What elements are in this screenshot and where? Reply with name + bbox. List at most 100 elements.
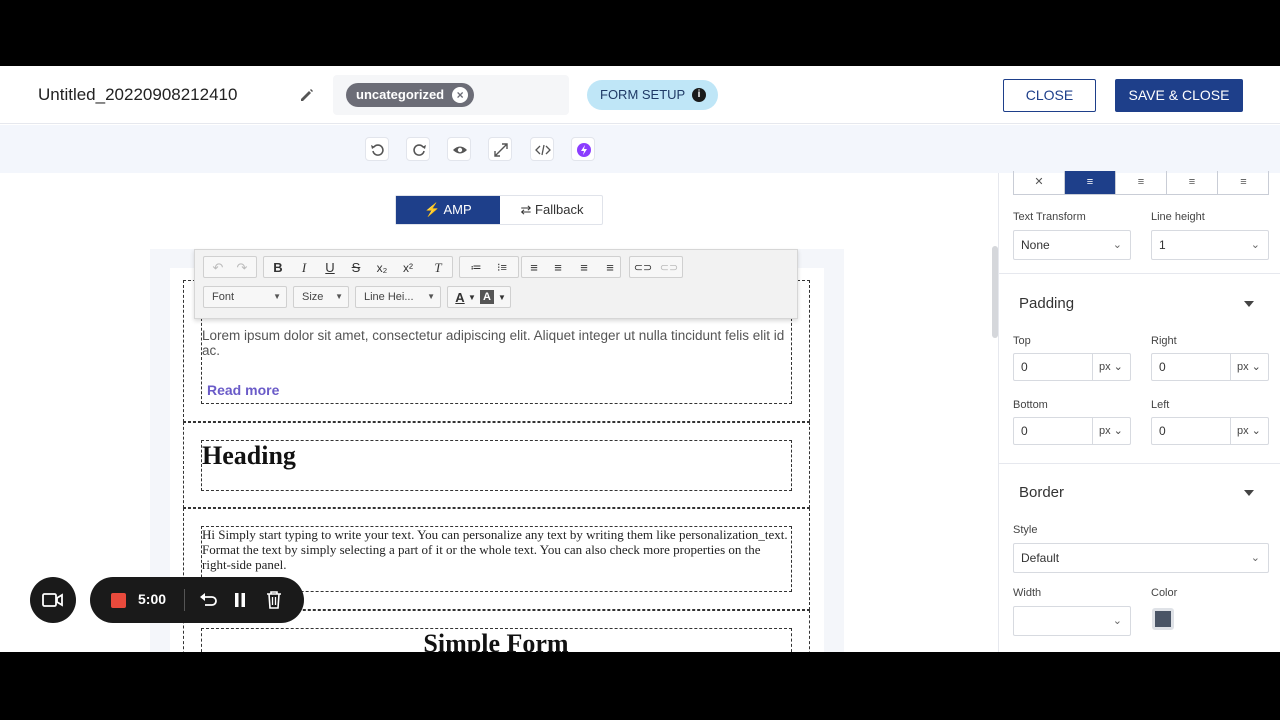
unlink-icon[interactable]: ⊂⊃ — [659, 259, 679, 277]
padding-top-input[interactable]: 0 px ⌄ — [1013, 353, 1131, 381]
video-camera-icon — [42, 593, 63, 607]
info-icon[interactable]: i — [692, 88, 706, 102]
undo-icon[interactable] — [365, 137, 389, 161]
category-tag-label: uncategorized — [356, 87, 445, 102]
italic-icon[interactable]: I — [294, 259, 314, 277]
list-group: ≔ ⁝≡ — [459, 256, 519, 278]
trash-icon[interactable] — [266, 591, 282, 609]
text-transform-select[interactable]: None ⌄ — [1013, 230, 1131, 260]
text-align-selector: ✕ ≡ ≡ ≡ ≡ — [1013, 171, 1269, 195]
tag-container[interactable]: uncategorized × — [333, 75, 569, 115]
chevron-down-icon: ▼ — [427, 292, 435, 301]
line-height-select[interactable]: Line Hei... ▼ — [355, 286, 441, 308]
divider — [184, 589, 185, 611]
redo-icon[interactable] — [406, 137, 430, 161]
chevron-down-icon[interactable]: ▼ — [462, 289, 482, 307]
ordered-list-icon[interactable]: ≔ — [466, 259, 486, 277]
border-style-label: Style — [1013, 524, 1038, 536]
align-center-icon[interactable]: ≡ — [1116, 171, 1167, 194]
padding-left-label: Left — [1151, 399, 1170, 411]
amp-tab[interactable]: ⚡ AMP — [396, 196, 500, 224]
align-right-icon[interactable]: ≡ — [574, 259, 594, 277]
subscript-icon[interactable]: x₂ — [372, 259, 392, 277]
rte-undo-icon[interactable]: ↶ — [208, 259, 228, 277]
format-group: B I U S x₂ x² T — [263, 256, 453, 278]
heading-text[interactable]: Heading — [202, 441, 296, 471]
chevron-down-icon[interactable]: ▼ — [492, 289, 512, 307]
align-left-icon[interactable]: ≡ — [1065, 171, 1116, 194]
amp-bolt-icon[interactable] — [571, 137, 595, 161]
read-more-link[interactable]: Read more — [207, 382, 279, 398]
save-close-button[interactable]: SAVE & CLOSE — [1115, 79, 1243, 112]
paragraph-text[interactable]: Hi Simply start typing to write your tex… — [202, 527, 790, 572]
align-left-icon[interactable]: ≡ — [524, 259, 544, 277]
pause-icon[interactable] — [233, 592, 247, 608]
padding-right-label: Right — [1151, 335, 1177, 347]
border-style-value: Default — [1021, 551, 1060, 565]
record-stop-icon[interactable] — [111, 593, 126, 608]
restart-icon[interactable] — [199, 592, 217, 608]
caret-down-icon[interactable] — [1244, 490, 1254, 496]
bullet-list-icon[interactable]: ⁝≡ — [492, 259, 512, 277]
padding-bottom-input[interactable]: 0 px ⌄ — [1013, 417, 1131, 445]
document-title[interactable]: Untitled_20220908212410 — [38, 85, 237, 105]
line-height-select[interactable]: 1 ⌄ — [1151, 230, 1269, 260]
swap-icon: ⇄ — [520, 202, 532, 217]
unit-select[interactable]: px ⌄ — [1230, 418, 1269, 444]
border-style-select[interactable]: Default ⌄ — [1013, 543, 1269, 573]
link-group: ⊂⊃ ⊂⊃ — [629, 256, 683, 278]
align-none-icon[interactable]: ✕ — [1014, 171, 1065, 194]
fallback-tab[interactable]: ⇄ Fallback — [500, 196, 604, 224]
padding-left-value: 0 — [1159, 424, 1166, 438]
unit-label: px — [1099, 425, 1111, 437]
close-button[interactable]: CLOSE — [1003, 79, 1096, 112]
bolt-icon: ⚡ — [424, 202, 441, 217]
border-width-select[interactable]: ⌄ — [1013, 606, 1131, 636]
font-select[interactable]: Font ▼ — [203, 286, 287, 308]
camera-button[interactable] — [30, 577, 76, 623]
align-justify-icon[interactable]: ≡ — [600, 259, 620, 277]
align-justify-icon[interactable]: ≡ — [1218, 171, 1269, 194]
rte-redo-icon[interactable]: ↷ — [232, 259, 252, 277]
line-height-select-label: Line Hei... — [364, 291, 414, 303]
code-icon[interactable] — [530, 137, 554, 161]
recording-bar: 5:00 — [90, 577, 304, 623]
lorem-text[interactable]: Lorem ipsum dolor sit amet, consectetur … — [202, 328, 792, 358]
link-icon[interactable]: ⊂⊃ — [633, 259, 653, 277]
superscript-icon[interactable]: x² — [398, 259, 418, 277]
padding-right-input[interactable]: 0 px ⌄ — [1151, 353, 1269, 381]
padding-left-input[interactable]: 0 px ⌄ — [1151, 417, 1269, 445]
size-select[interactable]: Size ▼ — [293, 286, 349, 308]
editor-toolbar — [0, 125, 1280, 173]
color-group: A ▼ A ▼ — [447, 286, 511, 308]
underline-icon[interactable]: U — [320, 259, 340, 277]
border-color-swatch[interactable] — [1152, 608, 1174, 630]
simple-form-title[interactable]: Simple Form — [300, 629, 692, 652]
padding-section-title[interactable]: Padding — [1019, 295, 1074, 312]
form-setup-button[interactable]: FORM SETUP i — [587, 80, 718, 110]
unit-label: px — [1237, 361, 1249, 373]
unit-select[interactable]: px ⌄ — [1092, 354, 1131, 380]
line-height-value: 1 — [1159, 238, 1166, 252]
caret-down-icon[interactable] — [1244, 301, 1254, 307]
preview-eye-icon[interactable] — [447, 137, 471, 161]
bold-icon[interactable]: B — [268, 259, 288, 277]
text-transform-value: None — [1021, 238, 1050, 252]
unit-select[interactable]: px ⌄ — [1230, 354, 1269, 380]
align-group: ≡ ≡ ≡ ≡ — [521, 256, 621, 278]
unit-select[interactable]: px ⌄ — [1092, 418, 1131, 444]
size-select-label: Size — [302, 291, 324, 303]
expand-icon[interactable] — [488, 137, 512, 161]
padding-right-value: 0 — [1159, 360, 1166, 374]
border-section-title[interactable]: Border — [1019, 484, 1064, 501]
unit-label: px — [1099, 361, 1111, 373]
border-width-label: Width — [1013, 587, 1042, 599]
recording-timer: 5:00 — [138, 591, 167, 607]
clear-format-icon[interactable]: T — [428, 259, 448, 277]
align-right-icon[interactable]: ≡ — [1167, 171, 1218, 194]
align-center-icon[interactable]: ≡ — [548, 259, 568, 277]
pencil-icon[interactable] — [298, 86, 316, 104]
app-window: Untitled_20220908212410 uncategorized × … — [0, 66, 1280, 652]
remove-tag-icon[interactable]: × — [452, 87, 469, 103]
strikethrough-icon[interactable]: S — [346, 259, 366, 277]
